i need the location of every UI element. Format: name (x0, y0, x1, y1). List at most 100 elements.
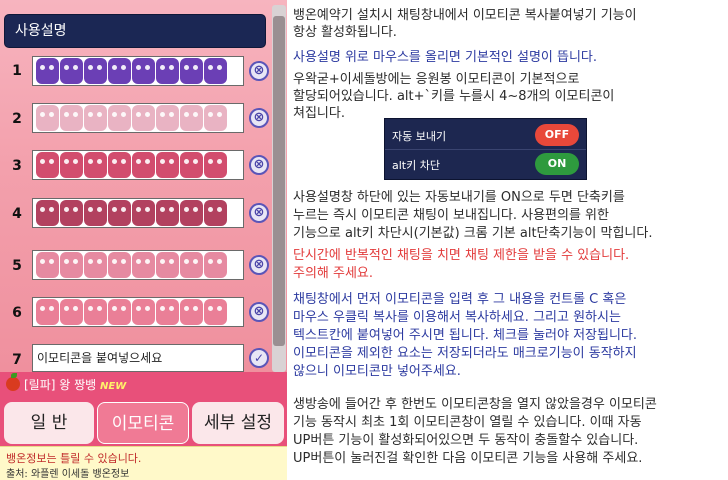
emoticon-icon (36, 299, 59, 325)
emoticon-icon (132, 200, 155, 226)
help-para-6: 않으니 이모티콘만 넣어주세요. (293, 364, 461, 379)
emoticon-icon (60, 252, 83, 278)
emote-slot-5[interactable] (32, 250, 244, 280)
help-warning: 주의해 주세요. (293, 266, 374, 281)
footer-source: 출처: 와플렌 이세돌 뱅온정보 (6, 469, 130, 480)
emote-slot-6[interactable] (32, 297, 244, 327)
help-para-6: 채팅창에서 먼저 이모티콘을 입력 후 그 내용을 컨트롤 C 혹은 (293, 292, 627, 307)
help-para-3: 우왁굳+이세돌방에는 응원봉 이모티콘이 기본적으로 (293, 72, 580, 87)
emote-slot-1[interactable] (32, 56, 244, 86)
help-para-4: 사용설명창 하단에 있는 자동보내기를 ON으로 두면 단축키를 (293, 190, 625, 205)
footer-warning: 뱅온정보는 틀릴 수 있습니다. (6, 452, 142, 465)
delete-slot-1-button[interactable]: ⊗ (249, 61, 269, 81)
slot-number: 4 (12, 206, 22, 222)
delete-slot-6-button[interactable]: ⊗ (249, 302, 269, 322)
emoticon-icon (36, 105, 59, 131)
help-para-3: 할당되어있습니다. alt+`키를 누를시 4~8개의 이모티콘이 (293, 89, 615, 104)
scrollbar-thumb[interactable] (273, 16, 285, 346)
manual-label[interactable]: 사용설명 (4, 14, 266, 48)
emoticon-icon (36, 200, 59, 226)
help-para-1: 항상 활성화됩니다. (293, 25, 397, 40)
emoticon-icon (156, 105, 179, 131)
help-para-7: 기능 동작시 최초 1회 이모티콘창이 열릴 수 있습니다. 이때 자동 (293, 415, 642, 430)
emoticon-icon (132, 105, 155, 131)
delete-slot-5-button[interactable]: ⊗ (249, 255, 269, 275)
emoticon-icon (156, 58, 179, 84)
help-para-1: 뱅온예약기 설치시 채팅창내에서 이모티콘 복사붙여넣기 기능이 (293, 8, 637, 23)
emoticon-icon (132, 152, 155, 178)
help-warning: 단시간에 반복적인 채팅을 치면 채팅 제한을 받을 수 있습니다. (293, 248, 630, 263)
save-check-button[interactable]: ✓ (249, 348, 269, 368)
help-para-6: 마우스 우클릭 복사를 이용해서 복사하세요. 그리고 원하시는 (293, 310, 621, 325)
emoticon-icon (60, 105, 83, 131)
emoticon-icon (84, 105, 107, 131)
slot-number: 5 (12, 258, 22, 274)
emoticon-icon (36, 152, 59, 178)
emoticon-icon (204, 200, 227, 226)
emoticon-icon (84, 252, 107, 278)
emoticon-icon (84, 58, 107, 84)
emoticon-icon (108, 299, 131, 325)
emoticon-icon (108, 200, 131, 226)
help-para-7: UP버튼 기능이 활성화되어있으면 두 동작이 충돌할수 있습니다. (293, 433, 639, 448)
slot-number: 3 (12, 158, 22, 174)
emoticon-icon (204, 58, 227, 84)
emoticon-icon (180, 252, 203, 278)
stream-notice[interactable]: [릴파] 왕 짱뱅 NEW (24, 376, 126, 393)
emoticon-icon (36, 58, 59, 84)
emote-slot-3[interactable] (32, 150, 244, 180)
help-para-3: 쳐집니다. (293, 106, 345, 121)
emoticon-paste-input[interactable]: 이모티콘을 붙여넣으세요 (32, 344, 244, 372)
emoticon-icon (108, 105, 131, 131)
emoticon-icon (108, 58, 131, 84)
emoticon-icon (60, 152, 83, 178)
help-para-2: 사용설명 위로 마우스를 올리면 기본적인 설명이 뜹니다. (293, 50, 598, 65)
emoticon-icon (60, 299, 83, 325)
emoticon-icon (132, 58, 155, 84)
emoticon-icon (60, 200, 83, 226)
help-para-4: 누르는 즉시 이모티콘 채팅이 보내집니다. 사용편의를 위한 (293, 208, 609, 223)
emoticon-icon (180, 105, 203, 131)
emote-slot-2[interactable] (32, 103, 244, 133)
emote-slot-4[interactable] (32, 198, 244, 228)
tab-settings[interactable]: 세부 설정 (192, 402, 284, 444)
help-para-4: 기능으로 alt키 차단시(기본값) 크롬 기본 alt단축기능이 막힙니다. (293, 226, 653, 241)
toggle-divider (385, 149, 586, 150)
emoticon-icon (132, 299, 155, 325)
emoticon-icon (36, 252, 59, 278)
apple-icon (6, 373, 20, 391)
delete-slot-2-button[interactable]: ⊗ (249, 108, 269, 128)
stream-notice-text: [릴파] 왕 짱뱅 (24, 378, 97, 392)
help-para-7: 생방송에 들어간 후 한번도 이모티콘창을 열지 않았을경우 이모티콘 (293, 397, 657, 412)
emoticon-icon (204, 252, 227, 278)
emoticon-icon (60, 58, 83, 84)
emoticon-panel: 사용설명 1 ⊗ 2 ⊗ 3 ⊗ 4 ⊗ 5 ⊗ 6 ⊗ 7 이모티콘을 붙여넣… (0, 0, 287, 480)
emoticon-icon (180, 58, 203, 84)
delete-slot-3-button[interactable]: ⊗ (249, 155, 269, 175)
emoticon-icon (204, 299, 227, 325)
slot-number: 2 (12, 111, 22, 127)
slot-number: 7 (12, 352, 22, 368)
new-badge: NEW (100, 381, 127, 392)
auto-send-toggle[interactable]: OFF (535, 124, 579, 146)
emoticon-icon (204, 105, 227, 131)
help-para-6: 텍스트칸에 붙여넣어 주시면 됩니다. 체크를 눌러야 저장됩니다. (293, 328, 638, 343)
emoticon-icon (180, 200, 203, 226)
emoticon-icon (156, 252, 179, 278)
tab-emoticon[interactable]: 이모티콘 (97, 402, 189, 444)
slot-number: 6 (12, 305, 22, 321)
emoticon-icon (204, 152, 227, 178)
delete-slot-4-button[interactable]: ⊗ (249, 203, 269, 223)
emoticon-icon (156, 299, 179, 325)
emoticon-icon (84, 152, 107, 178)
auto-send-label: 자동 보내기 (392, 130, 447, 143)
slot-number: 1 (12, 63, 22, 79)
emoticon-icon (84, 200, 107, 226)
alt-block-toggle[interactable]: ON (535, 153, 579, 175)
alt-block-label: alt키 차단 (392, 159, 440, 172)
emoticon-icon (156, 200, 179, 226)
help-para-6: 이모티콘을 제외한 요소는 저장되더라도 매크로기능이 동작하지 (293, 346, 637, 361)
tab-general[interactable]: 일 반 (4, 402, 94, 444)
emoticon-icon (132, 252, 155, 278)
emoticon-icon (108, 152, 131, 178)
